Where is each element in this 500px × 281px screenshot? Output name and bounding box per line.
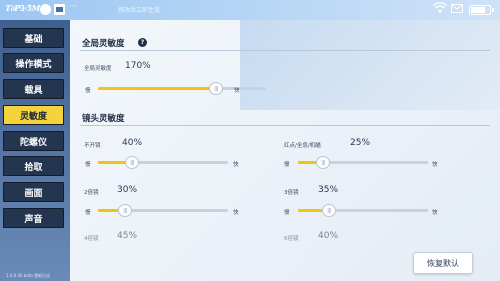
global-sensitivity-slider[interactable]: ||| — [98, 82, 266, 95]
lens-section-title: 镜头灵敏度 — [82, 114, 125, 124]
fast-label: 快 — [432, 162, 438, 168]
sidebar-item-basic[interactable]: 基础 — [3, 28, 64, 48]
slow-label: 慢 — [85, 210, 91, 216]
status-bar: T∂P∃·5M ··· 修改后立即生效 — [0, 0, 500, 20]
slider-label: 6倍镜 — [284, 236, 299, 242]
slider-value: 170% — [125, 61, 151, 71]
game-logo: T∂P∃·5M — [5, 3, 40, 13]
sidebar-item-sound[interactable]: 声音 — [3, 208, 64, 228]
divider — [80, 50, 490, 51]
background-decoration — [240, 20, 500, 110]
slider-label: 4倍镜 — [84, 236, 99, 242]
sidebar-item-control-mode[interactable]: 操作模式 — [3, 53, 64, 73]
mail-icon[interactable] — [451, 4, 463, 16]
red-dot-slider[interactable]: ||| — [298, 156, 428, 169]
slider-handle[interactable]: ||| — [118, 204, 132, 217]
3x-scope-slider[interactable]: ||| — [298, 204, 428, 217]
slider-handle[interactable]: ||| — [322, 204, 336, 217]
help-icon[interactable]: ? — [138, 38, 147, 47]
slider-value: 30% — [117, 185, 138, 195]
slider-value: 35% — [318, 185, 339, 195]
wifi-icon — [433, 2, 447, 17]
restore-default-button[interactable]: 恢复默认 — [413, 252, 473, 274]
slider-fill — [98, 87, 216, 90]
slider-label: 3倍镜 — [284, 190, 299, 196]
version-text: 1.0.0.40 beta 更新日志 — [6, 273, 51, 278]
slider-label: 2倍镜 — [84, 190, 99, 196]
slider-value: 25% — [350, 138, 371, 148]
slider-handle[interactable]: ||| — [209, 82, 223, 95]
sidebar-item-gyroscope[interactable]: 陀螺仪 — [3, 131, 64, 151]
slider-value: 40% — [318, 231, 339, 241]
slider-handle[interactable]: ||| — [125, 156, 139, 169]
sidebar-item-vehicle[interactable]: 载具 — [3, 79, 64, 99]
chat-icon[interactable] — [40, 4, 51, 15]
slow-label: 慢 — [85, 162, 91, 168]
2x-scope-slider[interactable]: ||| — [98, 204, 228, 217]
sidebar-item-pickup[interactable]: 拾取 — [3, 156, 64, 176]
notice-text: 修改后立即生效 — [118, 7, 161, 14]
slider-value: 40% — [122, 138, 143, 148]
sidebar-item-display[interactable]: 画面 — [3, 182, 64, 202]
slider-label: 不开镜 — [84, 143, 101, 149]
slow-label: 慢 — [85, 88, 91, 94]
slider-label: 红点/全息/机瞄 — [284, 143, 321, 149]
fast-label: 快 — [233, 210, 239, 216]
slider-value: 45% — [117, 231, 138, 241]
fast-label: 快 — [234, 88, 240, 94]
slider-label: 全局灵敏度 — [84, 66, 112, 72]
sidebar-item-sensitivity[interactable]: 灵敏度 — [3, 105, 64, 125]
slider-handle[interactable]: ||| — [316, 156, 330, 169]
battery-icon — [469, 5, 494, 15]
fast-label: 快 — [432, 210, 438, 216]
more-icon[interactable]: ··· — [69, 2, 78, 12]
divider — [80, 125, 490, 126]
screenshot-icon[interactable] — [54, 4, 65, 15]
global-section-title: 全局灵敏度 — [82, 39, 125, 49]
settings-panel: 全局灵敏度 ? 全局灵敏度 170% 慢 ||| 快 镜头灵敏度 不开镜 40%… — [70, 20, 500, 281]
no-scope-slider[interactable]: ||| — [98, 156, 228, 169]
slow-label: 慢 — [284, 210, 290, 216]
slow-label: 慢 — [284, 162, 290, 168]
fast-label: 快 — [233, 162, 239, 168]
